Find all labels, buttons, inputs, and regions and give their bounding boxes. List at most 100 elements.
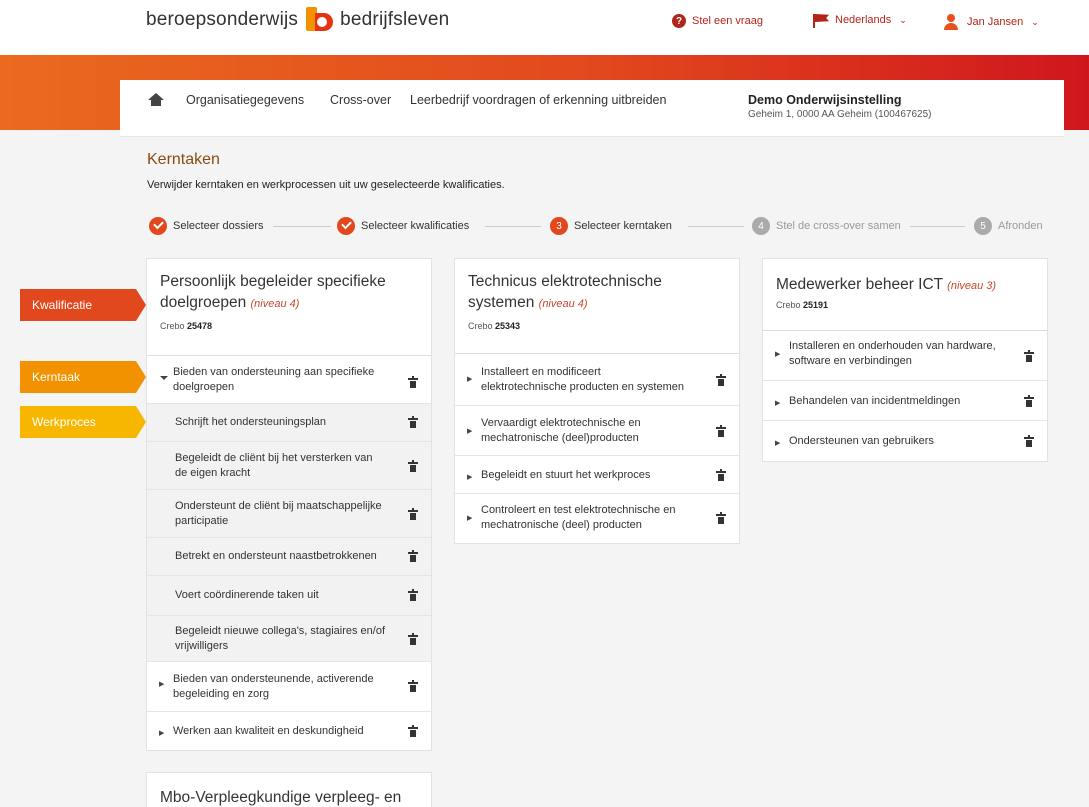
qualification-column: Medewerker beheer ICT (niveau 3) Crebo 2… bbox=[762, 258, 1048, 462]
core-task-label: Bieden van ondersteuning aan specifieke d… bbox=[173, 366, 375, 393]
user-name: Jan Jansen bbox=[967, 16, 1024, 28]
trash-icon[interactable] bbox=[716, 512, 726, 524]
core-task-row[interactable]: ▶ Begeleidt en stuurt het werkproces bbox=[455, 456, 739, 494]
caret-right-icon[interactable]: ▶ bbox=[775, 436, 780, 451]
step-4: 4 Stel de cross-over samen bbox=[752, 217, 901, 235]
page-subtitle: Verwijder kerntaken en werkprocessen uit… bbox=[147, 179, 505, 191]
work-process-label: Betrekt en ondersteunt naastbetrokkenen bbox=[175, 550, 377, 562]
core-task-label: Installeren en onderhouden van hardware,… bbox=[789, 340, 996, 367]
qualification-column: Mbo-Verpleegkundige verpleeg- en bbox=[146, 772, 432, 807]
qualification-title: Medewerker beheer ICT (niveau 3) bbox=[776, 274, 996, 297]
check-circle-icon bbox=[337, 217, 355, 235]
step-label: Selecteer kwalificaties bbox=[361, 220, 470, 232]
qualification-title-line: Medewerker beheer ICT bbox=[776, 276, 943, 293]
trash-icon[interactable] bbox=[1024, 350, 1034, 362]
organisation-address: Geheim 1, 0000 AA Geheim (100467625) bbox=[748, 109, 932, 120]
work-process-label: Schrijft het ondersteuningsplan bbox=[175, 416, 327, 428]
work-process-row: Voert coördinerende taken uit bbox=[147, 576, 431, 616]
trash-icon[interactable] bbox=[408, 376, 418, 388]
core-task-row[interactable]: ▶ Werken aan kwaliteit en deskundigheid bbox=[147, 712, 431, 750]
brand-logo[interactable]: beroepsonderwijs bedrijfsleven bbox=[146, 5, 449, 35]
flag-icon bbox=[813, 14, 829, 28]
caret-right-icon[interactable]: ▶ bbox=[467, 511, 472, 526]
trash-icon[interactable] bbox=[408, 633, 418, 645]
core-task-row[interactable]: ▶ Ondersteunen van gebruikers bbox=[763, 421, 1047, 461]
language-select[interactable]: Nederlands ⌄ bbox=[813, 14, 907, 28]
caret-right-icon[interactable]: ▶ bbox=[775, 396, 780, 411]
trash-icon[interactable] bbox=[408, 416, 418, 428]
user-icon bbox=[943, 14, 959, 30]
caret-right-icon[interactable]: ▶ bbox=[467, 372, 472, 387]
core-task-label: Vervaardigt elektrotechnische en mechatro… bbox=[481, 417, 641, 444]
step-label: Selecteer kerntaken bbox=[574, 220, 672, 232]
core-task-row[interactable]: Bieden van ondersteuning aan specifieke d… bbox=[147, 356, 431, 404]
user-menu[interactable]: Jan Jansen ⌄ bbox=[943, 14, 1039, 30]
core-task-row[interactable]: ▶ Installeren en onderhouden van hardwar… bbox=[763, 331, 1047, 381]
core-task-row[interactable]: ▶ Bieden van ondersteunende, activerende… bbox=[147, 662, 431, 712]
trash-icon[interactable] bbox=[408, 508, 418, 520]
core-task-label: Ondersteunen van gebruikers bbox=[789, 435, 934, 447]
caret-right-icon[interactable]: ▶ bbox=[159, 726, 164, 741]
work-process-label: Begeleidt nieuwe collega's, stagiaires e… bbox=[175, 625, 386, 652]
nav-link-leerbedrijf[interactable]: Leerbedrijf voordragen of erkenning uitb… bbox=[410, 93, 666, 107]
qualification-level: (niveau 4) bbox=[250, 298, 300, 310]
core-task-row[interactable]: ▶ Vervaardigt elektrotechnische en mechat… bbox=[455, 406, 739, 456]
trash-icon[interactable] bbox=[408, 680, 418, 692]
work-process-label: Ondersteunt de cliënt bij maatschappelij… bbox=[175, 500, 382, 527]
core-task-row[interactable]: ▶ Behandelen van incidentmeldingen bbox=[763, 381, 1047, 421]
core-task-label: Controleert en test elektrotechnische en… bbox=[481, 504, 676, 531]
trash-icon[interactable] bbox=[408, 460, 418, 472]
caret-down-icon[interactable] bbox=[160, 376, 168, 380]
top-bar: beroepsonderwijs bedrijfsleven ? Stel ee… bbox=[0, 0, 1089, 55]
home-icon[interactable] bbox=[148, 93, 164, 107]
caret-right-icon[interactable]: ▶ bbox=[467, 470, 472, 485]
core-task-row[interactable]: ▶ Controleert en test elektrotechnische … bbox=[455, 494, 739, 543]
chevron-down-icon: ⌄ bbox=[899, 14, 907, 25]
work-process-row: Schrijft het ondersteuningsplan bbox=[147, 404, 431, 442]
trash-icon[interactable] bbox=[1024, 435, 1034, 447]
core-task-row[interactable]: ▶ Installeert en modificeert elektrotechn… bbox=[455, 354, 739, 406]
work-process-label: Begeleidt de cliënt bij het versterken v… bbox=[175, 452, 373, 479]
qualification-column: Technicus elektrotechnische systemen (ni… bbox=[454, 258, 740, 544]
work-process-row: Begeleidt nieuwe collega's, stagiaires e… bbox=[147, 616, 431, 662]
caret-right-icon[interactable]: ▶ bbox=[775, 347, 780, 362]
trash-icon[interactable] bbox=[1024, 395, 1034, 407]
step-5: 5 Afronden bbox=[974, 217, 1043, 235]
qualification-title: Persoonlijk begeleider specifieke doelgr… bbox=[160, 271, 386, 315]
question-icon: ? bbox=[672, 14, 686, 28]
core-task-label: Installeert en modificeert elektrotechnis… bbox=[481, 366, 685, 393]
chevron-down-icon: ⌄ bbox=[1031, 16, 1039, 27]
check-circle-icon bbox=[149, 217, 167, 235]
nav-link-cross-over[interactable]: Cross-over bbox=[330, 93, 391, 107]
qualification-header: Medewerker beheer ICT (niveau 3) Crebo 2… bbox=[763, 259, 1047, 331]
work-process-label: Voert coördinerende taken uit bbox=[175, 589, 319, 601]
help-link-label: Stel een vraag bbox=[692, 15, 763, 27]
core-task-label: Bieden van ondersteunende, activerende be… bbox=[173, 673, 374, 700]
qualification-column: Persoonlijk begeleider specifieke doelgr… bbox=[146, 258, 432, 751]
crebo-number: Crebo 25343 bbox=[468, 321, 521, 331]
language-label: Nederlands bbox=[835, 14, 892, 26]
main-card: Organisatiegegevens Cross-over Leerbedri… bbox=[120, 80, 1064, 807]
qualification-title-line: Persoonlijk begeleider specifieke bbox=[160, 273, 386, 290]
qualification-title-line: doelgroepen bbox=[160, 294, 247, 311]
trash-icon[interactable] bbox=[408, 589, 418, 601]
step-connector bbox=[273, 226, 331, 227]
trash-icon[interactable] bbox=[716, 374, 726, 386]
help-link[interactable]: ? Stel een vraag bbox=[672, 14, 763, 28]
legend-tag-qualification: Kwalificatie bbox=[20, 289, 146, 321]
caret-right-icon[interactable]: ▶ bbox=[467, 424, 472, 439]
trash-icon[interactable] bbox=[716, 425, 726, 437]
trash-icon[interactable] bbox=[716, 469, 726, 481]
work-process-row: Ondersteunt de cliënt bij maatschappelij… bbox=[147, 490, 431, 538]
caret-right-icon[interactable]: ▶ bbox=[159, 677, 164, 692]
page-title: Kerntaken bbox=[147, 151, 220, 168]
step-label: Afronden bbox=[998, 220, 1043, 232]
step-3: 3 Selecteer kerntaken bbox=[550, 217, 672, 235]
organisation-name: Demo Onderwijsinstelling bbox=[748, 93, 902, 107]
qualification-title-line: systemen bbox=[468, 294, 535, 311]
nav-link-organisatiegegevens[interactable]: Organisatiegegevens bbox=[186, 93, 304, 107]
trash-icon[interactable] bbox=[408, 725, 418, 737]
main-nav: Organisatiegegevens Cross-over Leerbedri… bbox=[120, 80, 1064, 137]
step-label: Selecteer dossiers bbox=[173, 220, 264, 232]
trash-icon[interactable] bbox=[408, 550, 418, 562]
